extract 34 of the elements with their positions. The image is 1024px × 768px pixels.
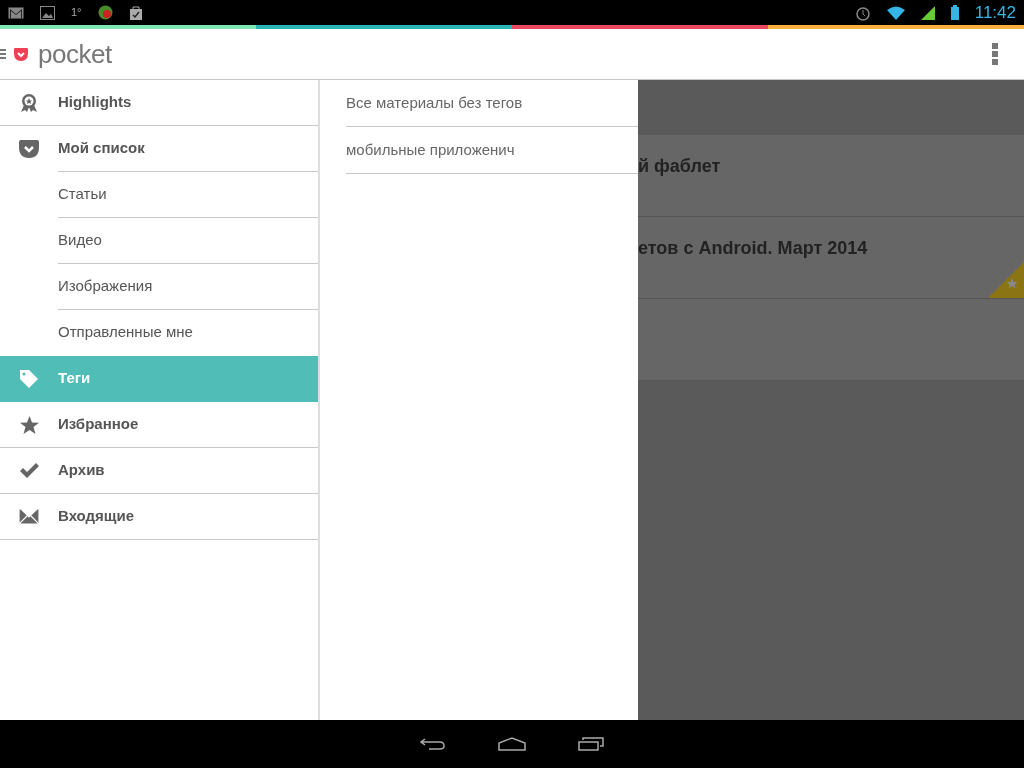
- article-title: етов с Android. Март 2014: [638, 238, 868, 258]
- clock-text: 11:42: [974, 1, 1016, 24]
- sidebar-item[interactable]: Мой список: [0, 126, 318, 172]
- sidebar-item[interactable]: Видео: [0, 218, 318, 264]
- tag-icon: [19, 369, 39, 389]
- alarm-clock-icon: [854, 4, 871, 21]
- battery-icon: [950, 5, 959, 20]
- sidebar-item[interactable]: Архив: [0, 448, 318, 494]
- award-ribbon-icon: [20, 92, 38, 113]
- overflow-menu-icon[interactable]: [992, 43, 998, 65]
- sidebar-item[interactable]: Статьи: [0, 172, 318, 218]
- envelope-icon: [19, 509, 39, 524]
- pocket-logo-icon: [14, 47, 28, 61]
- mail-icon: [8, 6, 24, 19]
- sidebar-item[interactable]: Входящие: [0, 494, 318, 540]
- sidebar-item[interactable]: Изображения: [0, 264, 318, 310]
- sidebar-item[interactable]: Highlights: [0, 80, 318, 126]
- recent-apps-icon[interactable]: [578, 737, 604, 751]
- sidebar-item[interactable]: Отправленные мне: [0, 310, 318, 356]
- pocket-icon: [19, 140, 39, 158]
- app-notification-icon: [97, 5, 113, 20]
- sidebar-item[interactable]: Избранное: [0, 402, 318, 448]
- temperature-text: 1°: [71, 5, 82, 21]
- image-icon: [40, 5, 55, 20]
- back-icon[interactable]: [420, 737, 446, 751]
- star-icon: [19, 415, 39, 434]
- wifi-icon: [886, 5, 905, 20]
- shopping-bag-icon: [128, 5, 143, 20]
- logo-text: pocket: [38, 41, 112, 67]
- signal-icon: [920, 5, 935, 20]
- home-icon[interactable]: [498, 737, 526, 751]
- menu-icon[interactable]: [0, 49, 6, 59]
- checkmark-icon: [19, 463, 39, 478]
- article-title: й фаблет: [638, 156, 721, 176]
